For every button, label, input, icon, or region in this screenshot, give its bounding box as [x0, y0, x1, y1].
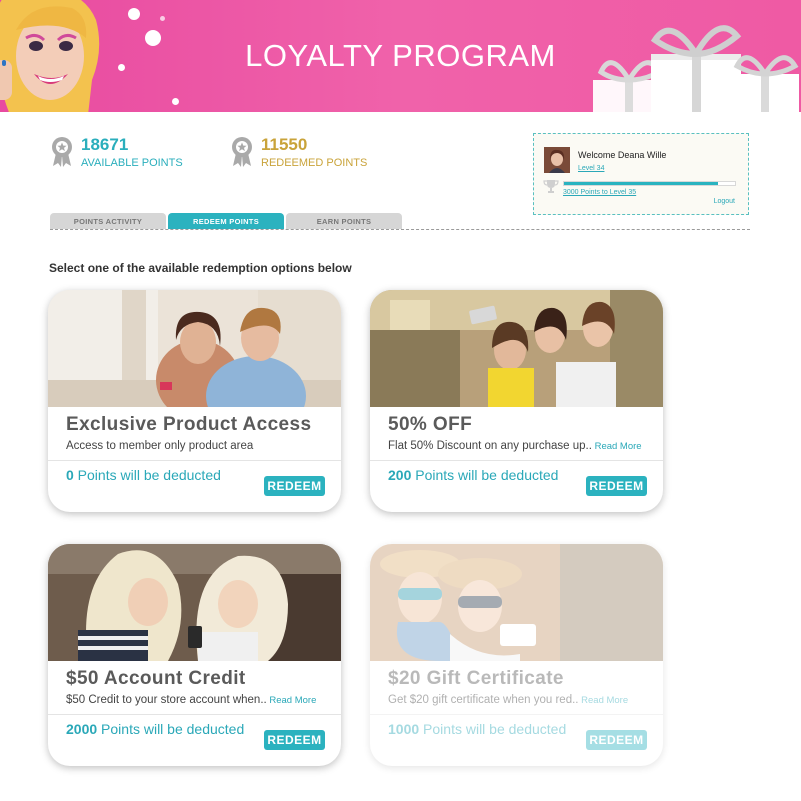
redemption-card: $50 Account Credit $50 Credit to your st… [48, 544, 341, 766]
card-divider [370, 714, 663, 715]
next-level-link[interactable]: 3000 Points to Level 35 [563, 189, 636, 196]
trophy-icon [543, 180, 559, 193]
redemption-card-disabled: $20 Gift Certificate Get $20 gift certif… [370, 544, 663, 766]
card-title: 50% OFF [388, 414, 473, 435]
award-ribbon-icon [232, 137, 252, 167]
card-title: $50 Account Credit [66, 668, 246, 689]
card-title: Exclusive Product Access [66, 414, 312, 435]
redeem-button[interactable]: REDEEM [264, 730, 325, 750]
tab-earn-points[interactable]: EARN POINTS [286, 213, 402, 229]
available-points-label: AVAILABLE POINTS [81, 157, 183, 169]
logout-link[interactable]: Logout [714, 198, 735, 205]
redeemed-points-label: REDEEMED POINTS [261, 157, 368, 169]
gift-boxes-image [593, 25, 799, 112]
redeem-button[interactable]: REDEEM [586, 476, 647, 496]
friends-selfie-photo [370, 290, 663, 407]
header-banner: LOYALTY PROGRAM [0, 0, 801, 112]
redemption-prompt: Select one of the available redemption o… [49, 261, 352, 275]
level-link[interactable]: Level 34 [578, 165, 604, 172]
card-description: Flat 50% Discount on any purchase up.. R… [388, 440, 642, 452]
redemption-card: Exclusive Product Access Access to membe… [48, 290, 341, 512]
card-title: $20 Gift Certificate [388, 668, 564, 689]
women-phone-photo [48, 544, 341, 661]
level-progress-fill [564, 182, 718, 185]
read-more-link[interactable]: Read More [579, 695, 628, 706]
hats-selfie-photo [370, 544, 663, 661]
redeemed-points-value: 11550 [261, 135, 308, 154]
points-deducted: 0 Points will be deducted [66, 467, 221, 483]
tab-points-activity[interactable]: POINTS ACTIVITY [50, 213, 166, 229]
level-progress-bar [563, 181, 736, 186]
read-more-link[interactable]: Read More [267, 695, 316, 706]
card-description: $50 Credit to your store account when.. … [66, 694, 317, 706]
card-description: Get $20 gift certificate when you red.. … [388, 694, 629, 706]
card-divider [370, 460, 663, 461]
redeem-button[interactable]: REDEEM [264, 476, 325, 496]
redemption-card: 50% OFF Flat 50% Discount on any purchas… [370, 290, 663, 512]
points-deducted: 1000 Points will be deducted [388, 721, 567, 737]
welcome-panel: Welcome Deana Wille Level 34 3000 Points… [533, 133, 749, 215]
card-divider [48, 714, 341, 715]
read-more-link[interactable]: Read More [592, 441, 642, 452]
points-deducted: 200 Points will be deducted [388, 467, 559, 483]
redeem-button[interactable]: REDEEM [586, 730, 647, 750]
award-ribbon-icon [52, 137, 72, 167]
couple-photo [48, 290, 341, 407]
card-divider [48, 460, 341, 461]
redeemed-points-stat: 11550 REDEEMED POINTS [231, 135, 401, 175]
welcome-greeting: Welcome Deana Wille [578, 150, 667, 160]
available-points-stat: 18671 AVAILABLE POINTS [51, 135, 221, 175]
points-deducted: 2000 Points will be deducted [66, 721, 245, 737]
tab-redeem-points[interactable]: REDEEM POINTS [168, 213, 284, 229]
available-points-value: 18671 [81, 135, 129, 154]
tab-divider [50, 229, 750, 230]
card-description: Access to member only product area [66, 440, 254, 452]
avatar [544, 147, 570, 173]
